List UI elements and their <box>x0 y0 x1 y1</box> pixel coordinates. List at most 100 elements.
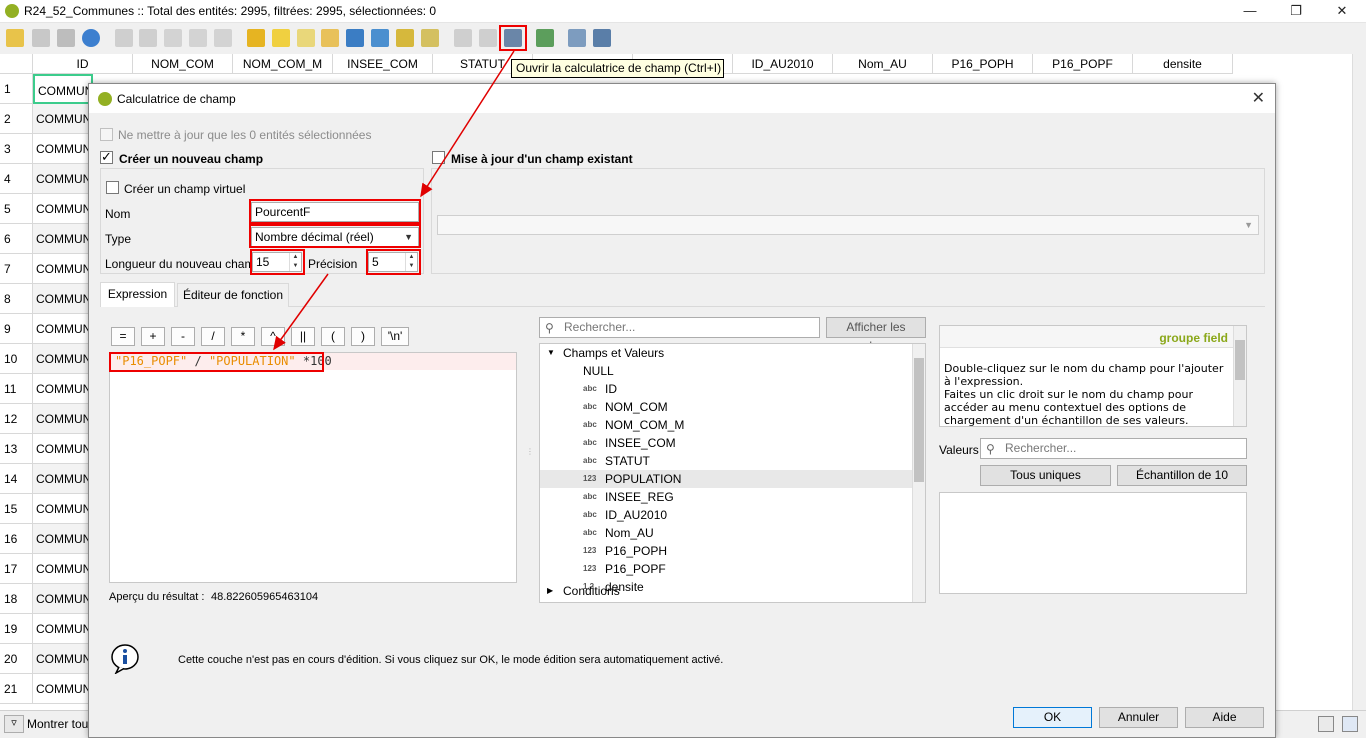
table-cell-id[interactable]: COMMUN <box>33 614 93 644</box>
restore-icon[interactable]: ❐ <box>1273 0 1319 23</box>
filter-icon[interactable] <box>346 29 364 47</box>
row-header[interactable]: 21 <box>0 674 33 704</box>
select-all-icon[interactable] <box>272 29 290 47</box>
only-selected-checkbox[interactable] <box>100 128 113 141</box>
operator-multiply-button[interactable]: * <box>231 327 255 346</box>
row-header[interactable]: 17 <box>0 554 33 584</box>
splitter-handle[interactable]: ⋮ <box>526 448 534 467</box>
tab-function-editor[interactable]: Éditeur de fonction <box>177 283 289 307</box>
tree-field-item[interactable]: 123 P16_POPF <box>540 560 913 578</box>
table-cell-id[interactable]: COMMUN <box>33 584 93 614</box>
paste-icon[interactable] <box>214 29 232 47</box>
table-cell-id[interactable]: COMMUN <box>33 494 93 524</box>
dock-table-icon[interactable] <box>568 29 586 47</box>
tree-field-item[interactable]: abc NOM_COM <box>540 398 913 416</box>
close-window-icon[interactable]: ✕ <box>1319 0 1365 23</box>
tab-expression[interactable]: Expression <box>100 282 175 307</box>
chevron-right-icon[interactable]: ▶ <box>547 582 553 600</box>
actions-icon[interactable] <box>593 29 611 47</box>
cut-icon[interactable] <box>164 29 182 47</box>
row-header[interactable]: 4 <box>0 164 33 194</box>
row-header[interactable]: 19 <box>0 614 33 644</box>
filter-funnel-icon[interactable]: ▿ <box>4 715 24 733</box>
form-view-icon[interactable] <box>1318 716 1334 732</box>
table-cell-id[interactable]: COMMUN <box>33 524 93 554</box>
delete-field-icon[interactable] <box>479 29 497 47</box>
table-cell-id[interactable]: COMMUN <box>33 644 93 674</box>
row-header[interactable]: 10 <box>0 344 33 374</box>
row-header[interactable]: 3 <box>0 134 33 164</box>
table-cell-id[interactable]: COMMUN <box>33 314 93 344</box>
operator-newline-button[interactable]: '\n' <box>381 327 409 346</box>
operator-divide-button[interactable]: / <box>201 327 225 346</box>
row-header[interactable]: 18 <box>0 584 33 614</box>
reload-icon[interactable] <box>82 29 100 47</box>
virtual-field-checkbox[interactable] <box>106 181 119 194</box>
table-cell-id[interactable]: COMMUN <box>33 284 93 314</box>
move-selection-top-icon[interactable] <box>371 29 389 47</box>
table-cell-id[interactable]: COMMUN <box>33 104 93 134</box>
deselect-icon[interactable] <box>321 29 339 47</box>
tree-field-item[interactable]: 123 P16_POPH <box>540 542 913 560</box>
table-view-icon[interactable] <box>1342 716 1358 732</box>
zoom-to-selection-icon[interactable] <box>421 29 439 47</box>
operator-equals-button[interactable]: = <box>111 327 135 346</box>
row-header[interactable]: 12 <box>0 404 33 434</box>
create-new-field-checkbox[interactable] <box>100 149 113 165</box>
row-header[interactable]: 16 <box>0 524 33 554</box>
table-cell-id[interactable]: COMMUN <box>33 404 93 434</box>
table-cell-id[interactable]: COMMUN <box>33 374 93 404</box>
show-all-button[interactable]: Montrer tout <box>27 717 92 731</box>
values-search-input[interactable]: ⚲ Rechercher... <box>980 438 1247 459</box>
tree-field-item[interactable]: abc ID <box>540 380 913 398</box>
operator-close-paren-button[interactable]: ) <box>351 327 375 346</box>
tree-scrollbar-thumb[interactable] <box>914 358 924 482</box>
row-header[interactable]: 13 <box>0 434 33 464</box>
operator-concat-button[interactable]: || <box>291 327 315 346</box>
add-feature-icon[interactable] <box>115 29 133 47</box>
pan-to-selection-icon[interactable] <box>396 29 414 47</box>
help-scrollbar-thumb[interactable] <box>1235 340 1245 380</box>
tree-field-item[interactable]: NULL <box>540 362 913 380</box>
tree-field-item[interactable]: abc STATUT <box>540 452 913 470</box>
table-cell-id[interactable]: COMMUN <box>33 554 93 584</box>
tree-field-item[interactable]: 123 POPULATION <box>540 470 913 488</box>
column-header-insee-com[interactable]: INSEE_COM <box>333 54 433 74</box>
table-scrollbar[interactable] <box>1352 54 1366 710</box>
column-header-nom-com[interactable]: NOM_COM <box>133 54 233 74</box>
show-values-button[interactable]: Afficher les valeurs <box>826 317 926 353</box>
table-cell-id[interactable]: COMMUN <box>33 254 93 284</box>
tree-field-item[interactable]: abc NOM_COM_M <box>540 416 913 434</box>
column-header-id[interactable]: ID <box>33 54 133 74</box>
select-expression-icon[interactable] <box>247 29 265 47</box>
invert-selection-icon[interactable] <box>297 29 315 47</box>
table-cell-id[interactable]: COMMUN <box>33 74 93 104</box>
help-scrollbar[interactable] <box>1233 326 1246 426</box>
tree-group-conditions[interactable]: ▶ Conditions <box>540 582 913 600</box>
column-header-nom-com-m[interactable]: NOM_COM_M <box>233 54 333 74</box>
table-cell-id[interactable]: COMMUN <box>33 194 93 224</box>
row-header[interactable]: 8 <box>0 284 33 314</box>
row-header[interactable]: 1 <box>0 74 33 104</box>
column-header-nom-au[interactable]: Nom_AU <box>833 54 933 74</box>
table-cell-id[interactable]: COMMUN <box>33 464 93 494</box>
row-header[interactable]: 6 <box>0 224 33 254</box>
row-header[interactable]: 20 <box>0 644 33 674</box>
row-header[interactable]: 11 <box>0 374 33 404</box>
close-icon[interactable]: ✕ <box>1252 88 1265 108</box>
delete-icon[interactable] <box>139 29 157 47</box>
function-search-input[interactable]: ⚲ Rechercher... <box>539 317 820 338</box>
new-field-icon[interactable] <box>454 29 472 47</box>
row-header[interactable]: 7 <box>0 254 33 284</box>
operator-power-button[interactable]: ^ <box>261 327 285 346</box>
operator-open-paren-button[interactable]: ( <box>321 327 345 346</box>
expression-editor[interactable]: "P16_POPF" / "POPULATION" *100 <box>109 352 517 583</box>
existing-field-select[interactable]: ▼ <box>437 215 1259 235</box>
values-list[interactable] <box>939 492 1247 594</box>
row-header[interactable]: 5 <box>0 194 33 224</box>
tree-field-item[interactable]: abc Nom_AU <box>540 524 913 542</box>
pencil-icon[interactable] <box>6 29 24 47</box>
ok-button[interactable]: OK <box>1013 707 1092 728</box>
tree-scrollbar[interactable] <box>912 344 925 602</box>
tree-field-item[interactable]: abc INSEE_COM <box>540 434 913 452</box>
